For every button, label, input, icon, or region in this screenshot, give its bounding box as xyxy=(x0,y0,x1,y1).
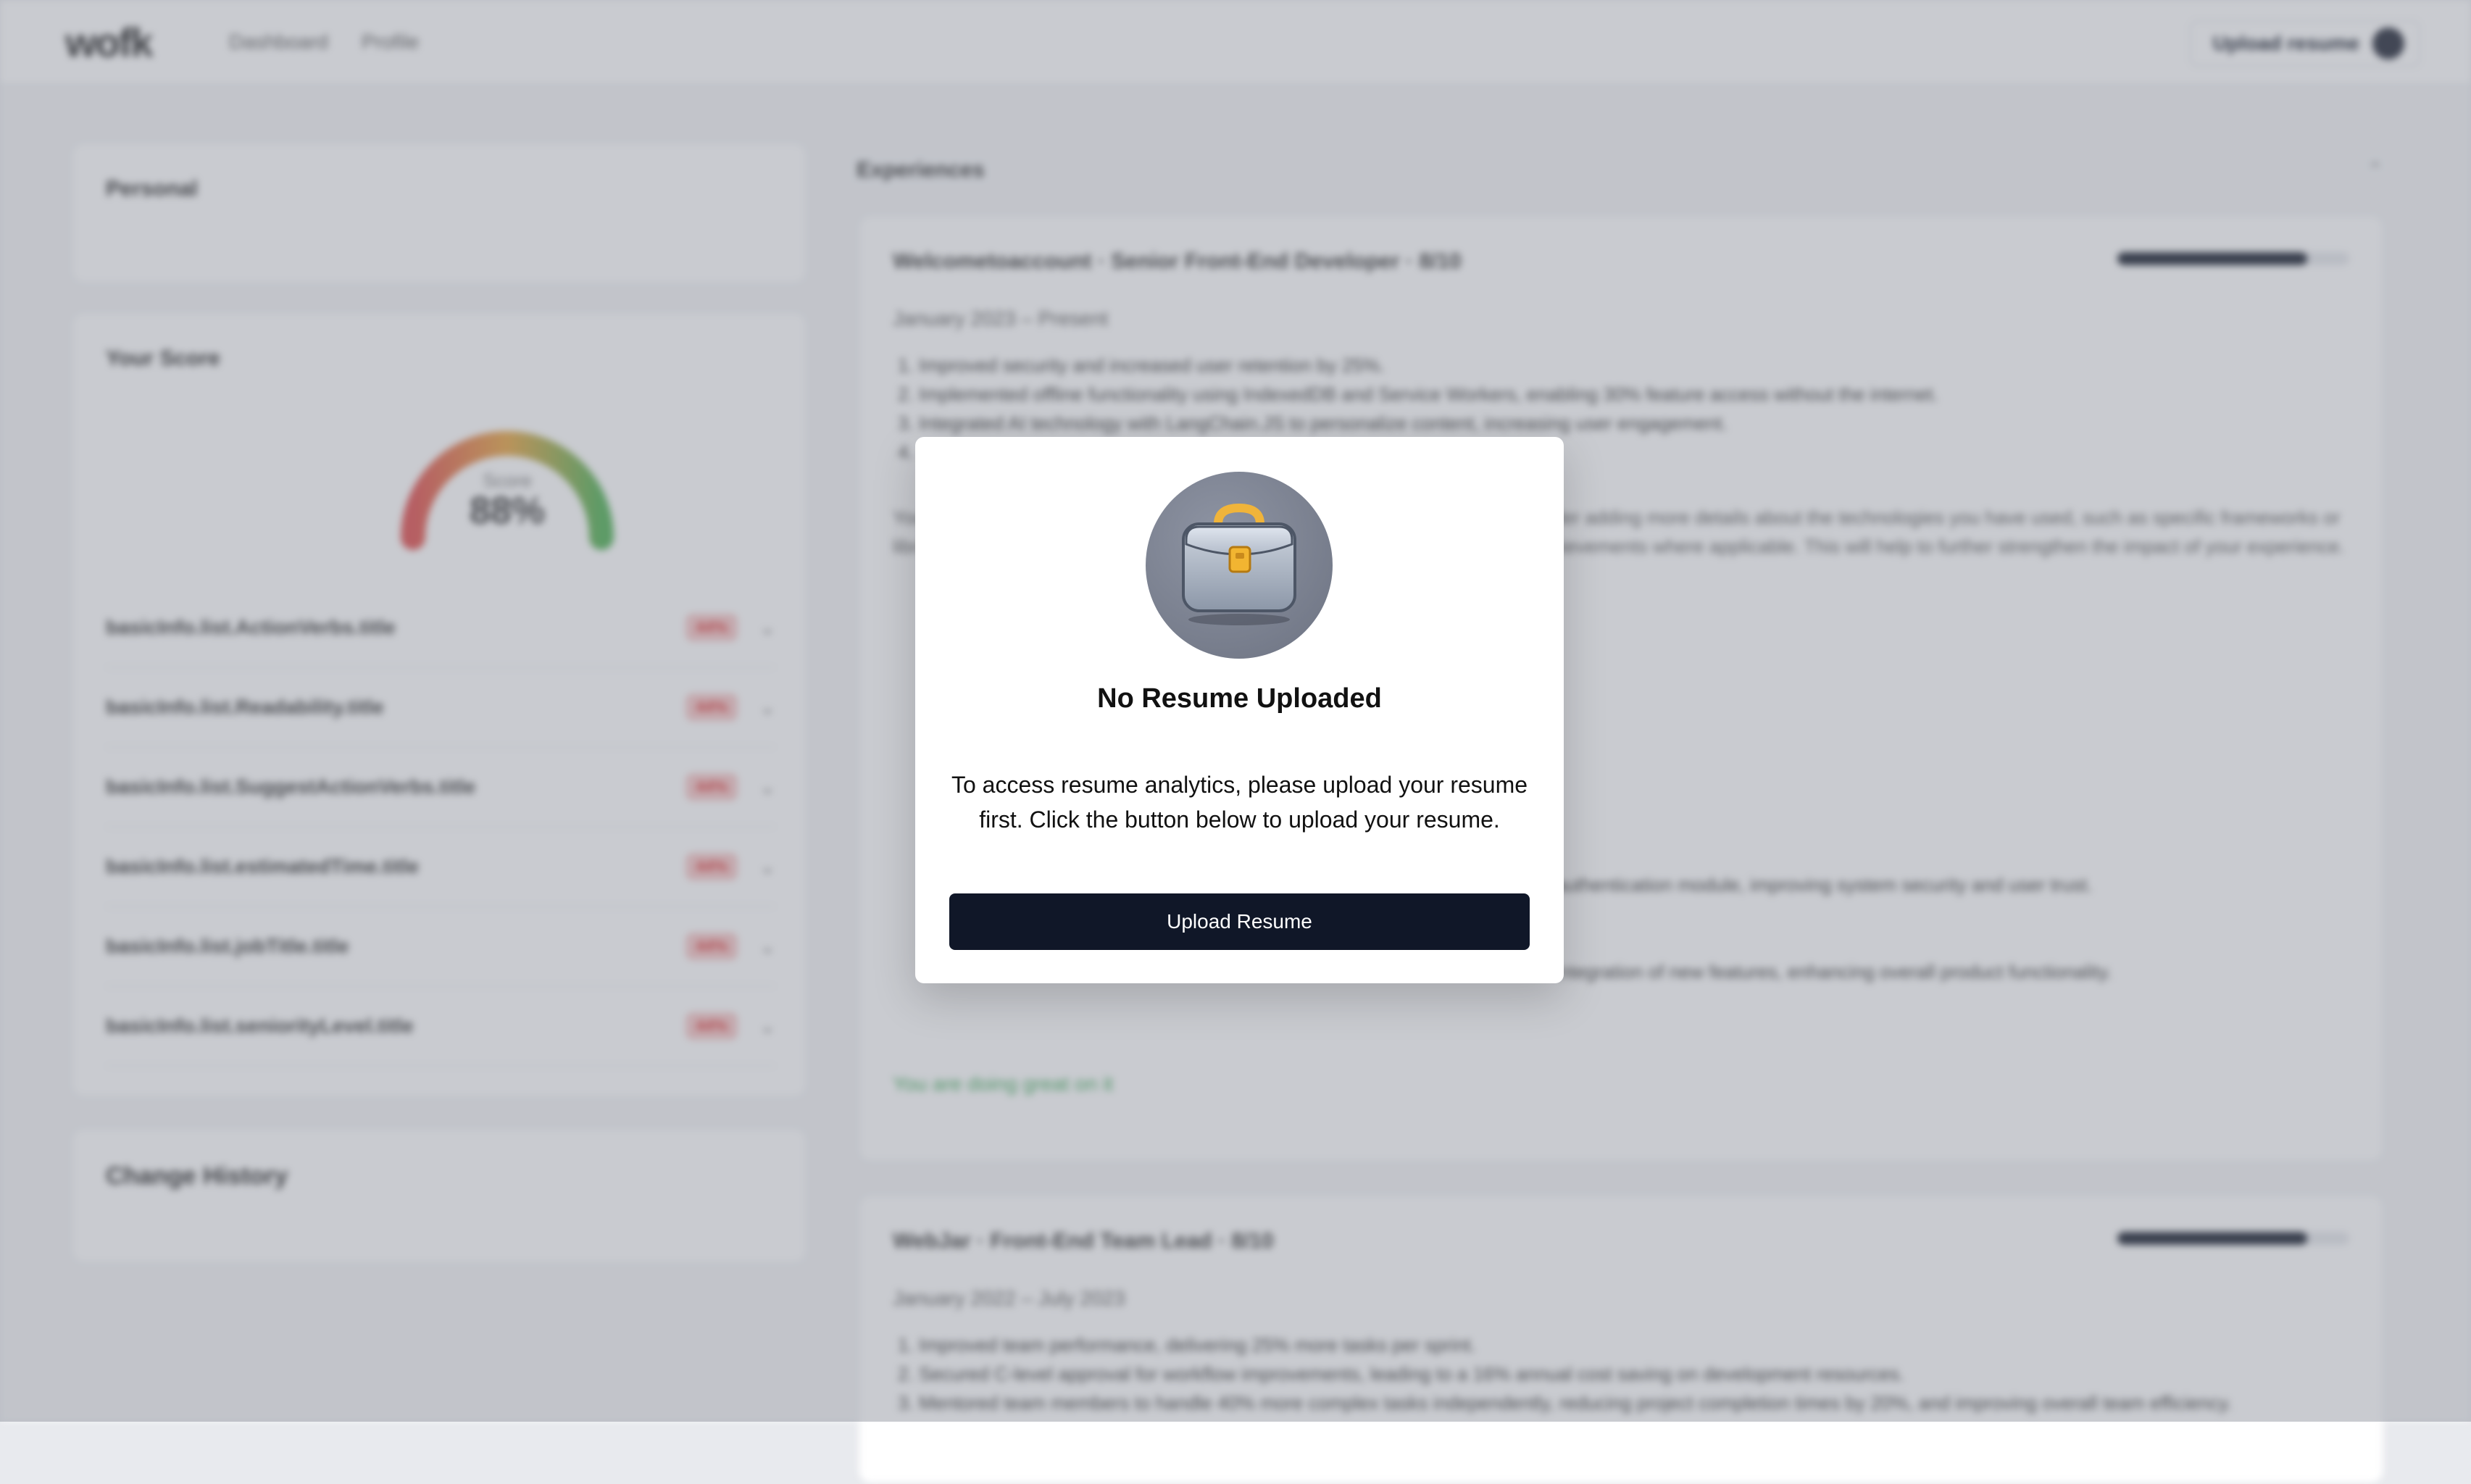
no-resume-modal: No Resume Uploaded To access resume anal… xyxy=(915,437,1564,983)
modal-description: To access resume analytics, please uploa… xyxy=(951,772,1528,833)
upload-resume-button[interactable]: Upload Resume xyxy=(949,893,1530,950)
modal-title: No Resume Uploaded xyxy=(1097,683,1382,714)
briefcase-icon xyxy=(1146,472,1333,659)
